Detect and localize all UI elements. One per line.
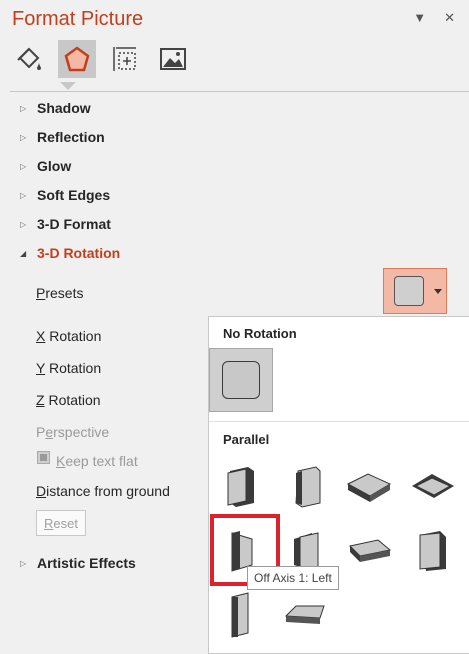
section-3d-format[interactable]: ▷ 3-D Format xyxy=(20,216,111,232)
preset-shape xyxy=(222,361,260,399)
preset-shape xyxy=(295,466,321,508)
pentagon-icon xyxy=(64,46,90,72)
perspective-label: Perspective xyxy=(36,424,110,440)
preset-isometric-top-up[interactable] xyxy=(337,454,401,518)
preset-off-axis-2-top[interactable] xyxy=(273,582,337,646)
tab-bar xyxy=(10,40,192,80)
presets-dropdown-button[interactable] xyxy=(383,268,447,314)
preset-isometric-left-down[interactable] xyxy=(209,454,273,518)
tab-size-properties[interactable] xyxy=(106,40,144,78)
presets-label: Presets xyxy=(36,285,84,301)
section-label: Shadow xyxy=(37,100,91,116)
preset-shape xyxy=(227,467,254,507)
section-label: Artistic Effects xyxy=(37,555,136,571)
preset-off-axis-2-left[interactable] xyxy=(401,518,465,582)
preset-off-axis-1-top[interactable] xyxy=(337,518,401,582)
chevron-down-icon[interactable]: ▼ xyxy=(413,10,426,26)
preset-isometric-right-up[interactable] xyxy=(273,454,337,518)
section-3d-rotation[interactable]: ◢ 3-D Rotation xyxy=(20,245,120,261)
pane-title: Format Picture xyxy=(12,8,144,30)
preset-swatch xyxy=(394,276,424,306)
preset-shape xyxy=(348,539,392,562)
size-icon xyxy=(113,47,136,71)
preset-shape xyxy=(346,473,392,502)
paint-bucket-icon xyxy=(17,47,41,70)
preset-off-axis-2-right[interactable] xyxy=(209,582,273,646)
distance-from-ground-label: Distance from ground xyxy=(36,483,170,499)
section-label: Glow xyxy=(37,158,72,174)
section-label: 3-D Rotation xyxy=(37,245,121,261)
preset-shape xyxy=(231,592,249,638)
active-tab-pointer xyxy=(60,82,76,90)
parallel-header: Parallel xyxy=(223,432,270,447)
preset-isometric-bottom-down[interactable] xyxy=(401,454,465,518)
chevron-down-icon xyxy=(434,288,442,294)
presets-gallery: No Rotation Parallel xyxy=(208,316,469,654)
z-rotation-label: Z Rotation xyxy=(36,392,101,408)
section-label: Soft Edges xyxy=(37,187,111,203)
preset-tooltip: Off Axis 1: Left xyxy=(247,566,339,590)
picture-icon xyxy=(160,48,186,70)
tab-effects[interactable] xyxy=(58,40,96,78)
preset-no-rotation[interactable] xyxy=(209,348,273,412)
preset-shape xyxy=(284,605,325,624)
gallery-divider xyxy=(209,421,469,422)
section-shadow[interactable]: ▷ Shadow xyxy=(20,100,91,116)
keep-text-flat-label: Keep text flat xyxy=(56,453,138,469)
y-rotation-label: Y Rotation xyxy=(36,360,102,376)
divider xyxy=(10,91,469,92)
preset-shape xyxy=(412,474,454,498)
x-rotation-label: X Rotation xyxy=(36,328,102,344)
section-label: Reflection xyxy=(37,129,105,145)
section-artistic-effects[interactable]: ▷ Artistic Effects xyxy=(20,555,136,571)
tab-fill-line[interactable] xyxy=(10,40,48,78)
section-label: 3-D Format xyxy=(37,216,111,232)
preset-shape xyxy=(419,531,446,571)
no-rotation-header: No Rotation xyxy=(223,326,297,341)
section-glow[interactable]: ▷ Glow xyxy=(20,158,71,174)
close-icon[interactable]: ✕ xyxy=(444,10,455,26)
section-soft-edges[interactable]: ▷ Soft Edges xyxy=(20,187,110,203)
section-reflection[interactable]: ▷ Reflection xyxy=(20,129,105,145)
keep-text-flat-checkbox[interactable] xyxy=(37,451,50,464)
tab-picture[interactable] xyxy=(154,40,192,78)
reset-button[interactable]: Reset xyxy=(36,510,86,536)
